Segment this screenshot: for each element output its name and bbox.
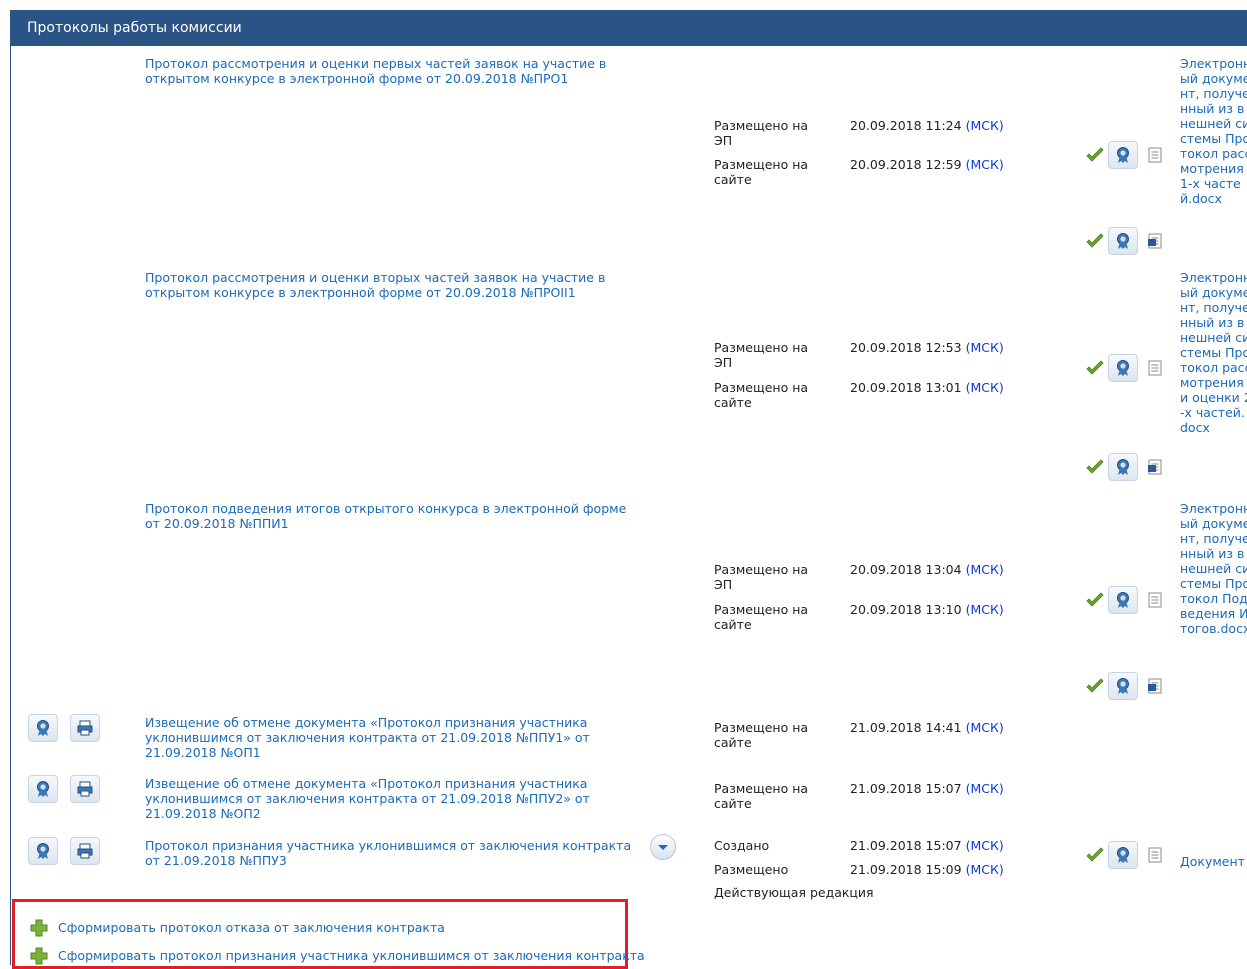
form-refusal-protocol-link[interactable]: Сформировать протокол отказа от заключен…	[58, 920, 445, 936]
placed-label: Размещено на ЭП	[714, 562, 809, 592]
signature-button[interactable]	[1108, 141, 1138, 169]
document-icon[interactable]	[1148, 360, 1162, 376]
certificate-icon	[1117, 147, 1129, 163]
document-link[interactable]: Документ	[1180, 854, 1247, 869]
created-label: Создано	[714, 838, 770, 853]
attachment-link-2[interactable]: Электронный документ, полученный из внеш…	[1180, 270, 1247, 435]
print-icon	[77, 843, 93, 859]
protocol-link-5[interactable]: Извещение об отмене документа «Протокол …	[145, 776, 635, 821]
placed-date: 20.09.2018 13:04 (МСК)	[850, 562, 1004, 577]
protocol-link-4[interactable]: Извещение об отмене документа «Протокол …	[145, 715, 635, 760]
certificate-icon	[1117, 847, 1129, 863]
placed-date: 20.09.2018 13:01 (МСК)	[850, 380, 1004, 395]
form-evasion-protocol-link[interactable]: Сформировать протокол признания участник…	[58, 948, 645, 964]
placed-date: 20.09.2018 12:59 (МСК)	[850, 157, 1004, 172]
placed-date: 20.09.2018 12:53 (МСК)	[850, 340, 1004, 355]
placed-label: Размещено на сайте	[714, 380, 809, 410]
plus-icon	[30, 947, 48, 965]
attachment-link-1[interactable]: Электронный документ, полученный из внеш…	[1180, 56, 1247, 206]
placed-label: Размещено на ЭП	[714, 118, 809, 148]
created-date: 21.09.2018 15:07 (МСК)	[850, 838, 1004, 853]
print-icon	[77, 720, 93, 736]
chevron-down-icon	[658, 845, 668, 850]
signature-button[interactable]	[1108, 227, 1138, 255]
placed-label: Размещено на сайте	[714, 157, 809, 187]
print-button[interactable]	[70, 714, 100, 742]
signature-button[interactable]	[28, 837, 58, 865]
certificate-icon	[1117, 592, 1129, 608]
check-icon	[1086, 233, 1104, 248]
placed-label: Размещено на сайте	[714, 602, 809, 632]
signature-button[interactable]	[28, 775, 58, 803]
check-icon	[1086, 459, 1104, 474]
word-document-icon[interactable]	[1148, 678, 1162, 694]
certificate-icon	[1117, 360, 1129, 376]
certificate-icon	[37, 843, 49, 859]
signature-button[interactable]	[1108, 586, 1138, 614]
placed-date: 21.09.2018 14:41 (МСК)	[850, 720, 1004, 735]
certificate-icon	[37, 720, 49, 736]
placed-label: Размещено на ЭП	[714, 340, 809, 370]
word-document-icon[interactable]	[1148, 459, 1162, 475]
placed-label: Размещено на сайте	[714, 720, 809, 750]
word-document-icon[interactable]	[1148, 233, 1162, 249]
section-title: Протоколы работы комиссии	[27, 20, 242, 36]
signature-button[interactable]	[1108, 453, 1138, 481]
protocol-link-3[interactable]: Протокол подведения итогов открытого кон…	[145, 501, 635, 531]
protocol-link-2[interactable]: Протокол рассмотрения и оценки вторых ча…	[145, 270, 635, 300]
placed-date: 21.09.2018 15:09 (МСК)	[850, 862, 1004, 877]
expand-dropdown-button[interactable]	[650, 834, 676, 860]
check-icon	[1086, 847, 1104, 862]
check-icon	[1086, 360, 1104, 375]
print-icon	[77, 781, 93, 797]
check-icon	[1086, 678, 1104, 693]
document-icon[interactable]	[1148, 147, 1162, 163]
attachment-link-3[interactable]: Электронный документ, полученный из внеш…	[1180, 501, 1247, 636]
certificate-icon	[1117, 459, 1129, 475]
signature-button[interactable]	[1108, 354, 1138, 382]
signature-button[interactable]	[1108, 672, 1138, 700]
placed-date: 20.09.2018 13:10 (МСК)	[850, 602, 1004, 617]
protocol-link-6[interactable]: Протокол признания участника уклонившимс…	[145, 838, 635, 868]
placed-label: Размещено на сайте	[714, 781, 809, 811]
document-icon[interactable]	[1148, 592, 1162, 608]
signature-button[interactable]	[28, 714, 58, 742]
section-header: Протоколы работы комиссии	[10, 10, 1247, 46]
status-text: Действующая редакция	[714, 885, 874, 900]
print-button[interactable]	[70, 775, 100, 803]
certificate-icon	[1117, 233, 1129, 249]
placed-date: 21.09.2018 15:07 (МСК)	[850, 781, 1004, 796]
check-icon	[1086, 592, 1104, 607]
protocol-link-1[interactable]: Протокол рассмотрения и оценки первых ча…	[145, 56, 635, 86]
document-icon[interactable]	[1148, 847, 1162, 863]
certificate-icon	[37, 781, 49, 797]
certificate-icon	[1117, 678, 1129, 694]
placed-label: Размещено	[714, 862, 789, 877]
check-icon	[1086, 147, 1104, 162]
section-left-border	[10, 46, 11, 965]
signature-button[interactable]	[1108, 841, 1138, 869]
plus-icon	[30, 919, 48, 937]
placed-date: 20.09.2018 11:24 (МСК)	[850, 118, 1004, 133]
print-button[interactable]	[70, 837, 100, 865]
